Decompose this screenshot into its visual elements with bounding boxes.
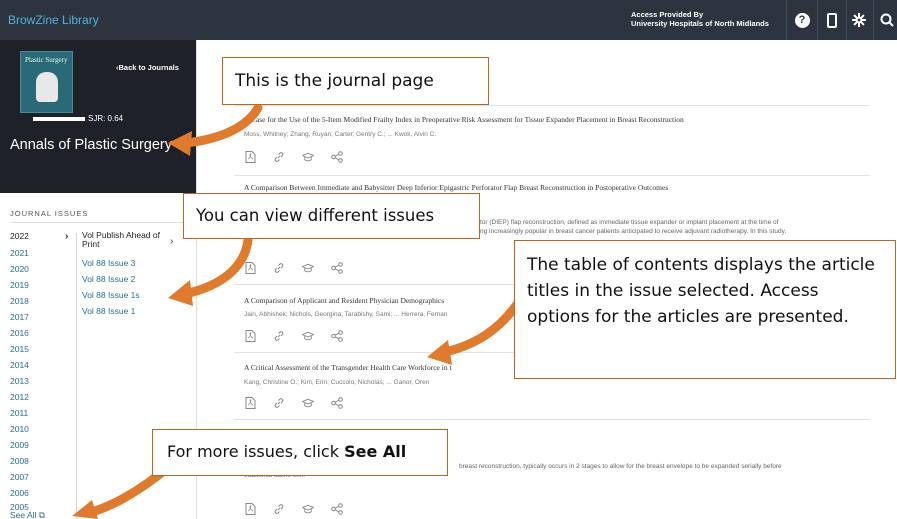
link-icon[interactable] bbox=[273, 330, 285, 342]
link-icon[interactable] bbox=[273, 397, 285, 409]
brand-logo[interactable]: BrowZine Library bbox=[8, 13, 99, 27]
cite-icon[interactable] bbox=[302, 503, 314, 515]
callout-issues: You can view different issues bbox=[183, 193, 480, 239]
divider bbox=[873, 0, 874, 40]
cite-icon[interactable] bbox=[302, 330, 314, 342]
cite-icon[interactable] bbox=[302, 262, 314, 274]
year-item[interactable]: 2018 bbox=[10, 296, 29, 306]
journal-title: Annals of Plastic Surgery bbox=[10, 137, 172, 153]
divider bbox=[817, 0, 818, 40]
year-item[interactable]: 2009 bbox=[10, 440, 29, 450]
top-bar: BrowZine Library Access Provided By Univ… bbox=[0, 0, 897, 40]
year-item[interactable]: 2006 bbox=[10, 488, 29, 498]
divider bbox=[786, 0, 787, 40]
article-actions bbox=[244, 262, 343, 276]
issue-item[interactable]: Vol 88 Issue 3 bbox=[82, 259, 135, 268]
year-item[interactable]: 2014 bbox=[10, 360, 29, 370]
help-icon[interactable]: ? bbox=[793, 11, 811, 29]
year-item[interactable]: 2013 bbox=[10, 376, 29, 386]
arrowhead bbox=[168, 280, 193, 306]
phone-icon[interactable] bbox=[823, 11, 841, 29]
sjr-score: SJR: 0.64 bbox=[88, 114, 124, 123]
cover-title: Plastic Surgery bbox=[25, 56, 68, 64]
issue-item[interactable]: Vol 88 Issue 2 bbox=[82, 275, 135, 284]
year-item[interactable]: 2021 bbox=[10, 248, 29, 258]
pdf-icon[interactable] bbox=[244, 397, 256, 409]
journal-header-panel: Plastic Surgery ‹Back to Journals SJR: 0… bbox=[0, 40, 196, 193]
year-item[interactable]: 2019 bbox=[10, 280, 29, 290]
chevron-right-icon: › bbox=[170, 236, 174, 247]
year-item[interactable]: 2017 bbox=[10, 312, 29, 322]
year-item[interactable]: 2007 bbox=[10, 472, 29, 482]
see-all-link[interactable]: See All ⧉ bbox=[10, 510, 45, 519]
article-authors: Kang, Christine O.; Kim, Erin; Cuccolo, … bbox=[244, 379, 430, 386]
external-link-icon: ⧉ bbox=[38, 510, 45, 519]
search-icon[interactable] bbox=[878, 11, 896, 29]
year-item[interactable]: 2012 bbox=[10, 392, 29, 402]
cite-icon[interactable] bbox=[302, 151, 314, 163]
link-icon[interactable] bbox=[273, 151, 285, 163]
year-item[interactable]: 2011 bbox=[10, 408, 28, 418]
article-authors: Jain, Abhishek; Nichols, Georgina; Tarab… bbox=[244, 311, 448, 318]
year-item[interactable]: 2020 bbox=[10, 264, 29, 274]
callout-see-all: For more issues, click See All bbox=[152, 429, 448, 476]
settings-icon[interactable] bbox=[850, 11, 868, 29]
article-title[interactable]: A Comparison Between Immediate and Babys… bbox=[244, 183, 668, 192]
share-icon[interactable] bbox=[331, 330, 343, 342]
article-actions bbox=[244, 397, 343, 411]
arrow-to-see-all bbox=[87, 465, 170, 517]
access-provided-by: Access Provided By University Hospitals … bbox=[631, 10, 769, 28]
article-title[interactable]: A Case for the Use of the 5-Item Modifie… bbox=[244, 115, 684, 124]
callout-table-of-contents: The table of contents displays the artic… bbox=[514, 240, 896, 379]
article-actions bbox=[244, 503, 343, 517]
access-line-2: University Hospitals of North Midlands bbox=[631, 19, 769, 28]
article-title[interactable]: A Comparison of Applicant and Resident P… bbox=[244, 296, 444, 305]
access-line-1: Access Provided By bbox=[631, 10, 704, 19]
issue-publish-ahead[interactable]: Vol Publish Ahead of Print bbox=[82, 231, 162, 249]
link-icon[interactable] bbox=[273, 503, 285, 515]
article-title[interactable]: A Critical Assessment of the Transgender… bbox=[244, 363, 452, 372]
pdf-icon[interactable] bbox=[244, 503, 256, 515]
journal-issues-heading: JOURNAL ISSUES bbox=[10, 209, 89, 218]
arrow-to-toc bbox=[440, 295, 525, 357]
share-icon[interactable] bbox=[331, 397, 343, 409]
link-icon[interactable] bbox=[273, 262, 285, 274]
sjr-bar bbox=[33, 117, 85, 121]
arrow-to-issues bbox=[180, 235, 253, 299]
pdf-icon[interactable] bbox=[244, 151, 256, 163]
article-actions bbox=[244, 151, 343, 165]
share-icon[interactable] bbox=[331, 503, 343, 515]
article-authors: Moss, Whitney; Zhang, Ruyan; Carter, Gen… bbox=[244, 131, 437, 138]
pdf-icon[interactable] bbox=[244, 262, 256, 274]
cite-icon[interactable] bbox=[302, 397, 314, 409]
journal-cover-image: Plastic Surgery bbox=[20, 51, 73, 113]
share-icon[interactable] bbox=[331, 262, 343, 274]
chevron-right-icon: › bbox=[65, 231, 69, 242]
year-2022[interactable]: 2022 bbox=[10, 231, 29, 241]
share-icon[interactable] bbox=[331, 151, 343, 163]
divider bbox=[846, 0, 847, 40]
issue-item[interactable]: Vol 88 Issue 1 bbox=[82, 307, 135, 316]
article-actions bbox=[244, 330, 343, 344]
issue-item[interactable]: Vol 88 Issue 1s bbox=[82, 291, 140, 300]
year-item[interactable]: 2016 bbox=[10, 328, 29, 338]
back-to-journals-link[interactable]: ‹Back to Journals bbox=[116, 63, 179, 72]
pdf-icon[interactable] bbox=[244, 330, 256, 342]
article-abstract: tor (DIEP) flap reconstruction, defined … bbox=[480, 219, 787, 235]
year-item[interactable]: 2008 bbox=[10, 456, 29, 466]
year-item[interactable]: 2015 bbox=[10, 344, 29, 354]
callout-journal-page: This is the journal page bbox=[222, 57, 489, 105]
year-item[interactable]: 2010 bbox=[10, 424, 29, 434]
